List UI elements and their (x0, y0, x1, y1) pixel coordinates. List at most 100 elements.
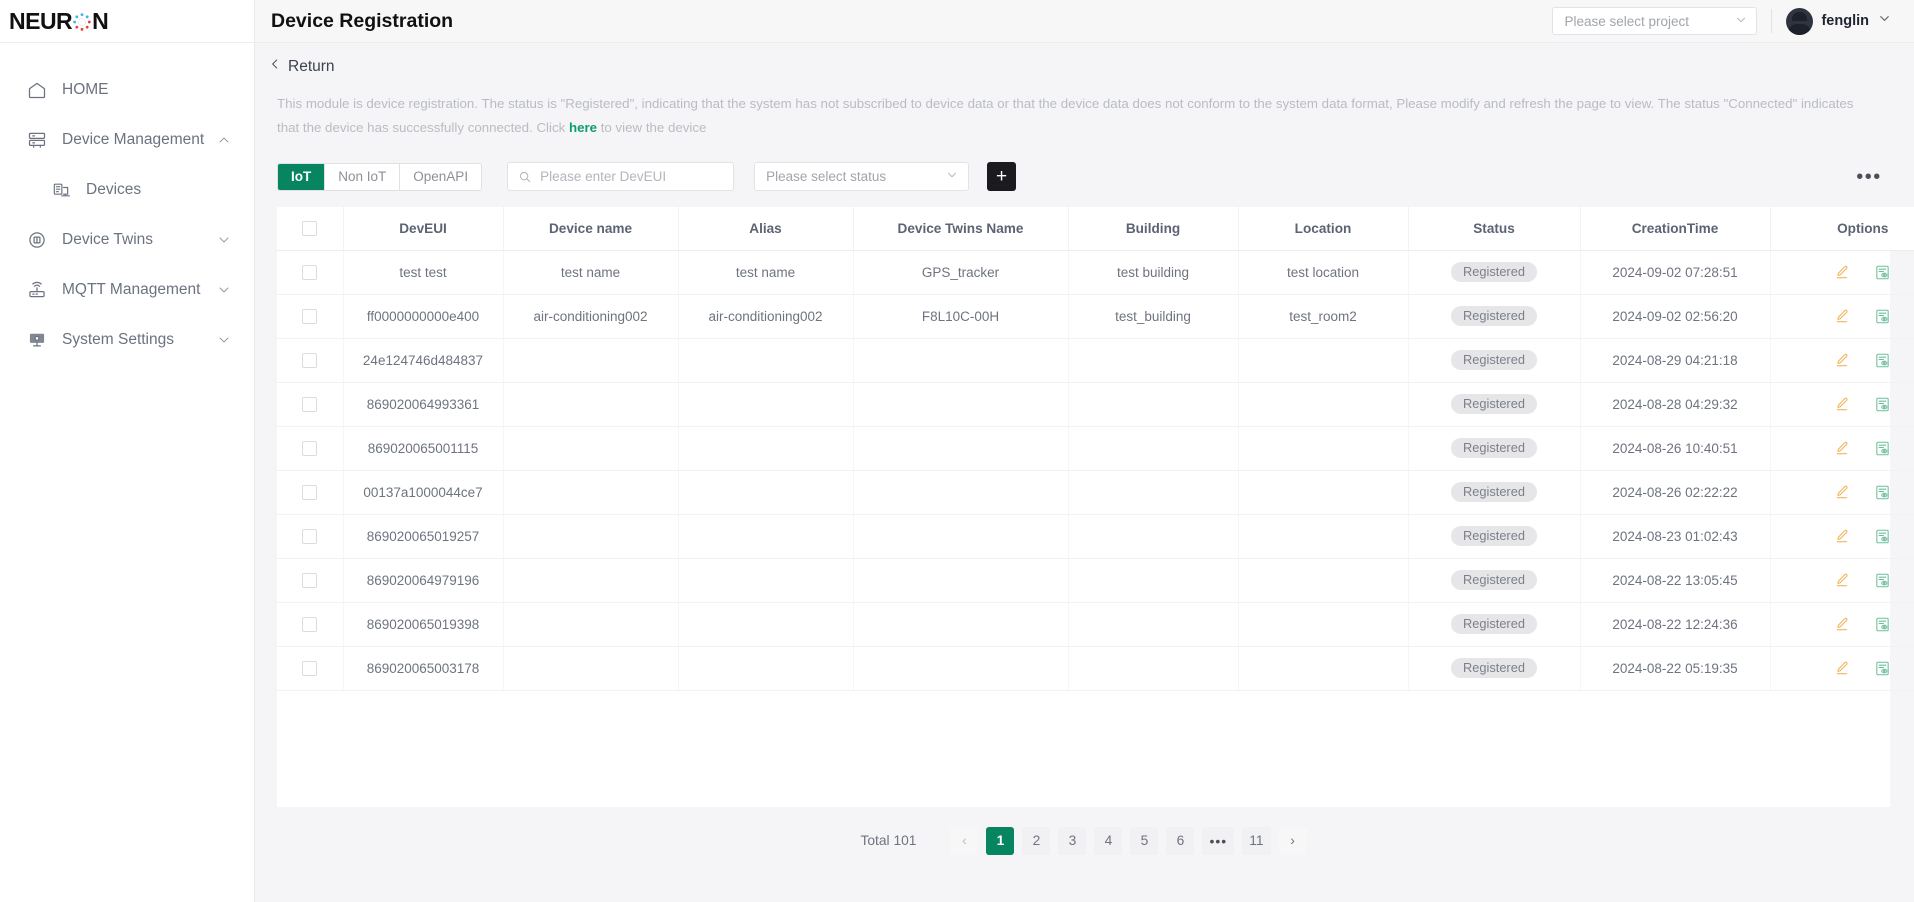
row-checkbox[interactable] (302, 352, 318, 368)
row-checkbox[interactable] (302, 308, 318, 324)
search-input[interactable] (540, 169, 724, 184)
chevron-down-icon[interactable] (216, 282, 232, 298)
table-row[interactable]: ff0000000000e400 air-conditioning002 air-c… (277, 294, 1914, 339)
table-row[interactable]: 869020065003178 Registered 2024-08-22 05:1… (277, 646, 1914, 691)
select-all-checkbox[interactable] (302, 221, 318, 237)
cell-alias (678, 514, 854, 559)
pencil-edit-icon[interactable] (1834, 660, 1850, 676)
pagination-next-button[interactable]: › (1278, 826, 1307, 855)
column-header-status[interactable]: Status (1408, 207, 1581, 251)
status-select[interactable]: Please select status (754, 162, 970, 191)
column-header-creation-time[interactable]: CreationTime (1580, 207, 1771, 251)
add-device-button[interactable]: + (987, 162, 1017, 191)
column-header-building[interactable]: Building (1068, 207, 1239, 251)
pencil-edit-icon[interactable] (1834, 396, 1850, 412)
chevron-down-icon[interactable] (216, 232, 232, 248)
cell-status: Registered (1408, 514, 1581, 559)
document-view-icon[interactable] (1874, 264, 1891, 281)
table-row[interactable]: 869020064979196 Registered 2024-08-22 13:0… (277, 558, 1914, 603)
row-checkbox[interactable] (302, 440, 318, 456)
table-row[interactable]: 869020065019398 Registered 2024-08-22 12:2… (277, 602, 1914, 647)
table-row[interactable]: 24e124746d484837 Registered 2024-08-29 04:… (277, 338, 1914, 383)
sidebar-item-device-twins[interactable]: Device Twins (0, 215, 254, 265)
device-icon (50, 179, 72, 201)
description-text-2: to view the device (597, 120, 707, 135)
brand-logo[interactable]: NEUR N (0, 0, 254, 43)
document-view-icon[interactable] (1874, 572, 1891, 589)
user-menu[interactable]: fenglin (1786, 7, 1892, 35)
table-row[interactable]: 869020065001115 Registered 2024-08-26 10:4… (277, 426, 1914, 471)
table-row[interactable]: 869020064993361 Registered 2024-08-28 04:2… (277, 382, 1914, 427)
divider (1771, 9, 1773, 33)
column-header-device-twins-name[interactable]: Device Twins Name (853, 207, 1069, 251)
tab-iot[interactable]: IoT (278, 163, 326, 190)
pagination-page-4[interactable]: 4 (1094, 826, 1123, 855)
sidebar-item-device-management[interactable]: Device Management (0, 115, 254, 165)
more-options-button[interactable]: ••• (1852, 163, 1886, 191)
table-row[interactable]: test test test name test name GPS_tracker te… (277, 250, 1914, 295)
pagination-page-6[interactable]: 6 (1166, 826, 1195, 855)
column-header-alias[interactable]: Alias (678, 207, 854, 251)
return-button[interactable]: Return (268, 57, 335, 76)
document-view-icon[interactable] (1874, 352, 1891, 369)
row-checkbox[interactable] (302, 264, 318, 280)
document-view-icon[interactable] (1874, 660, 1891, 677)
document-view-icon[interactable] (1874, 616, 1891, 633)
pagination-ellipsis[interactable]: ••• (1202, 826, 1235, 855)
pencil-edit-icon[interactable] (1834, 484, 1850, 500)
sidebar-item-label: Device Twins (62, 231, 154, 248)
sidebar-item-system-settings[interactable]: System Settings (0, 315, 254, 365)
pagination-page-1[interactable]: 1 (986, 826, 1015, 855)
table-row[interactable]: 869020065019257 Registered 2024-08-23 01:0… (277, 514, 1914, 559)
device-table: DevEUI Device name Alias Device Twins Na… (277, 207, 1914, 691)
pencil-edit-icon[interactable] (1834, 572, 1850, 588)
table-row[interactable]: 00137a1000044ce7 Registered 2024-08-26 02:… (277, 470, 1914, 515)
document-view-icon[interactable] (1874, 308, 1891, 325)
row-checkbox[interactable] (302, 616, 318, 632)
pencil-edit-icon[interactable] (1834, 264, 1850, 280)
cell-device-twins-name (853, 558, 1069, 603)
pencil-edit-icon[interactable] (1834, 440, 1850, 456)
pencil-edit-icon[interactable] (1834, 352, 1850, 368)
sidebar-item-devices[interactable]: Devices (24, 165, 254, 215)
document-view-icon[interactable] (1874, 440, 1891, 457)
user-name: fenglin (1821, 13, 1869, 29)
search-box[interactable] (507, 162, 735, 191)
row-checkbox[interactable] (302, 396, 318, 412)
monitor-icon (26, 329, 48, 351)
pencil-edit-icon[interactable] (1834, 616, 1850, 632)
row-checkbox[interactable] (302, 572, 318, 588)
here-link[interactable]: here (569, 120, 597, 135)
chevron-up-icon[interactable] (216, 132, 232, 148)
pagination-page-5[interactable]: 5 (1130, 826, 1159, 855)
pagination-page-11[interactable]: 11 (1242, 826, 1271, 855)
column-header-location[interactable]: Location (1238, 207, 1409, 251)
document-view-icon[interactable] (1874, 484, 1891, 501)
row-checkbox[interactable] (302, 484, 318, 500)
row-checkbox[interactable] (302, 660, 318, 676)
status-badge: Registered (1451, 261, 1537, 283)
content-area: Return This module is device registratio… (255, 43, 1914, 902)
pagination-prev-button[interactable]: ‹ (950, 826, 979, 855)
chevron-down-icon[interactable] (1877, 11, 1892, 31)
brand-name-left: NEUR (9, 7, 73, 34)
cell-device-name: air-conditioning002 (503, 294, 679, 339)
project-select[interactable]: Please select project (1552, 7, 1758, 35)
pencil-edit-icon[interactable] (1834, 528, 1850, 544)
column-header-deveui[interactable]: DevEUI (343, 207, 504, 251)
tab-non-iot[interactable]: Non IoT (325, 163, 401, 190)
document-view-icon[interactable] (1874, 528, 1891, 545)
select-all-header (277, 207, 344, 251)
chevron-down-icon[interactable] (216, 332, 232, 348)
sidebar-item-home[interactable]: HOME (0, 65, 254, 115)
column-header-device-name[interactable]: Device name (503, 207, 679, 251)
project-select-value: Please select project (1564, 13, 1690, 29)
cell-deveui: 24e124746d484837 (343, 338, 504, 383)
pencil-edit-icon[interactable] (1834, 308, 1850, 324)
pagination-page-2[interactable]: 2 (1022, 826, 1051, 855)
document-view-icon[interactable] (1874, 396, 1891, 413)
tab-openapi[interactable]: OpenAPI (400, 163, 482, 190)
sidebar-item-mqtt-management[interactable]: MQTT Management (0, 265, 254, 315)
row-checkbox[interactable] (302, 528, 318, 544)
pagination-page-3[interactable]: 3 (1058, 826, 1087, 855)
